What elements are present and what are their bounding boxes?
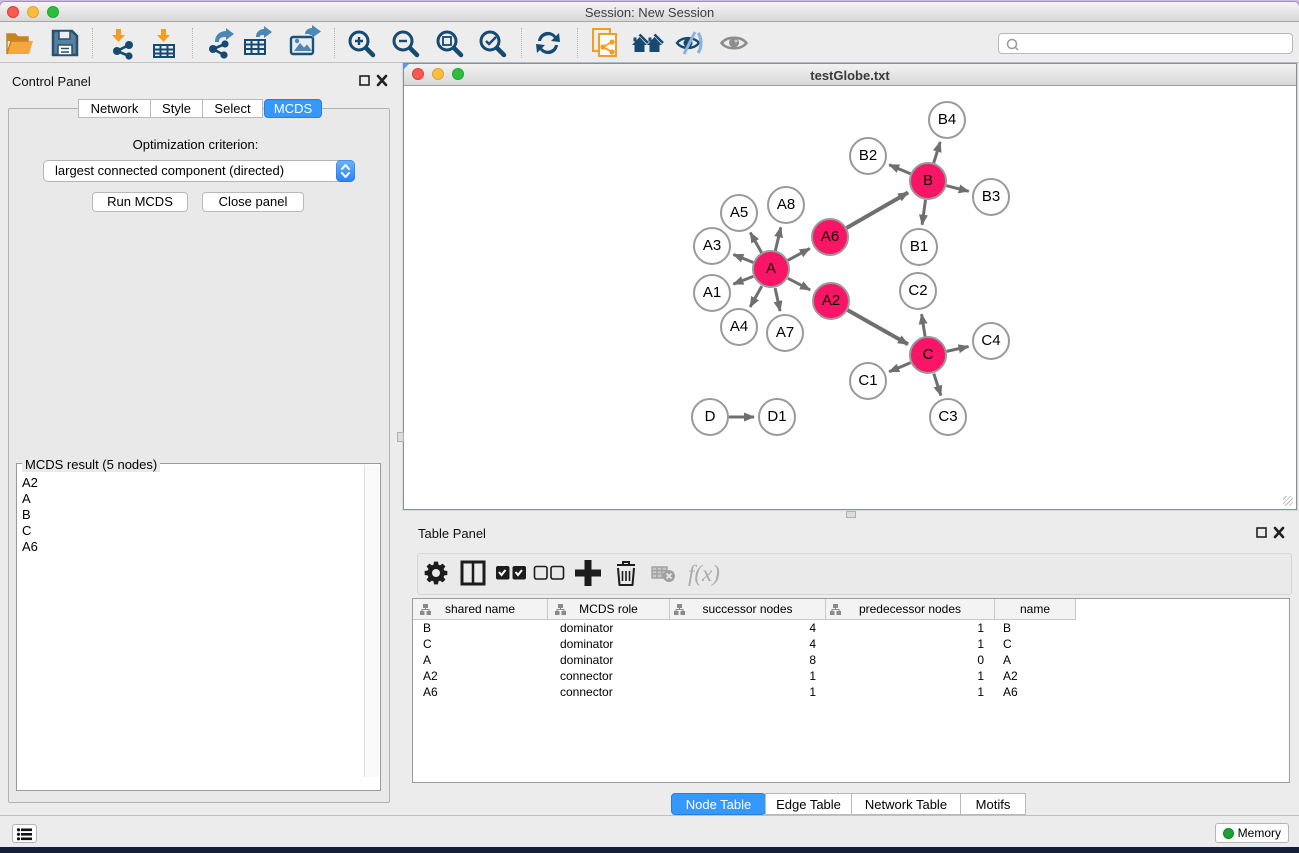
svg-text:f(x): f(x) <box>688 561 720 586</box>
